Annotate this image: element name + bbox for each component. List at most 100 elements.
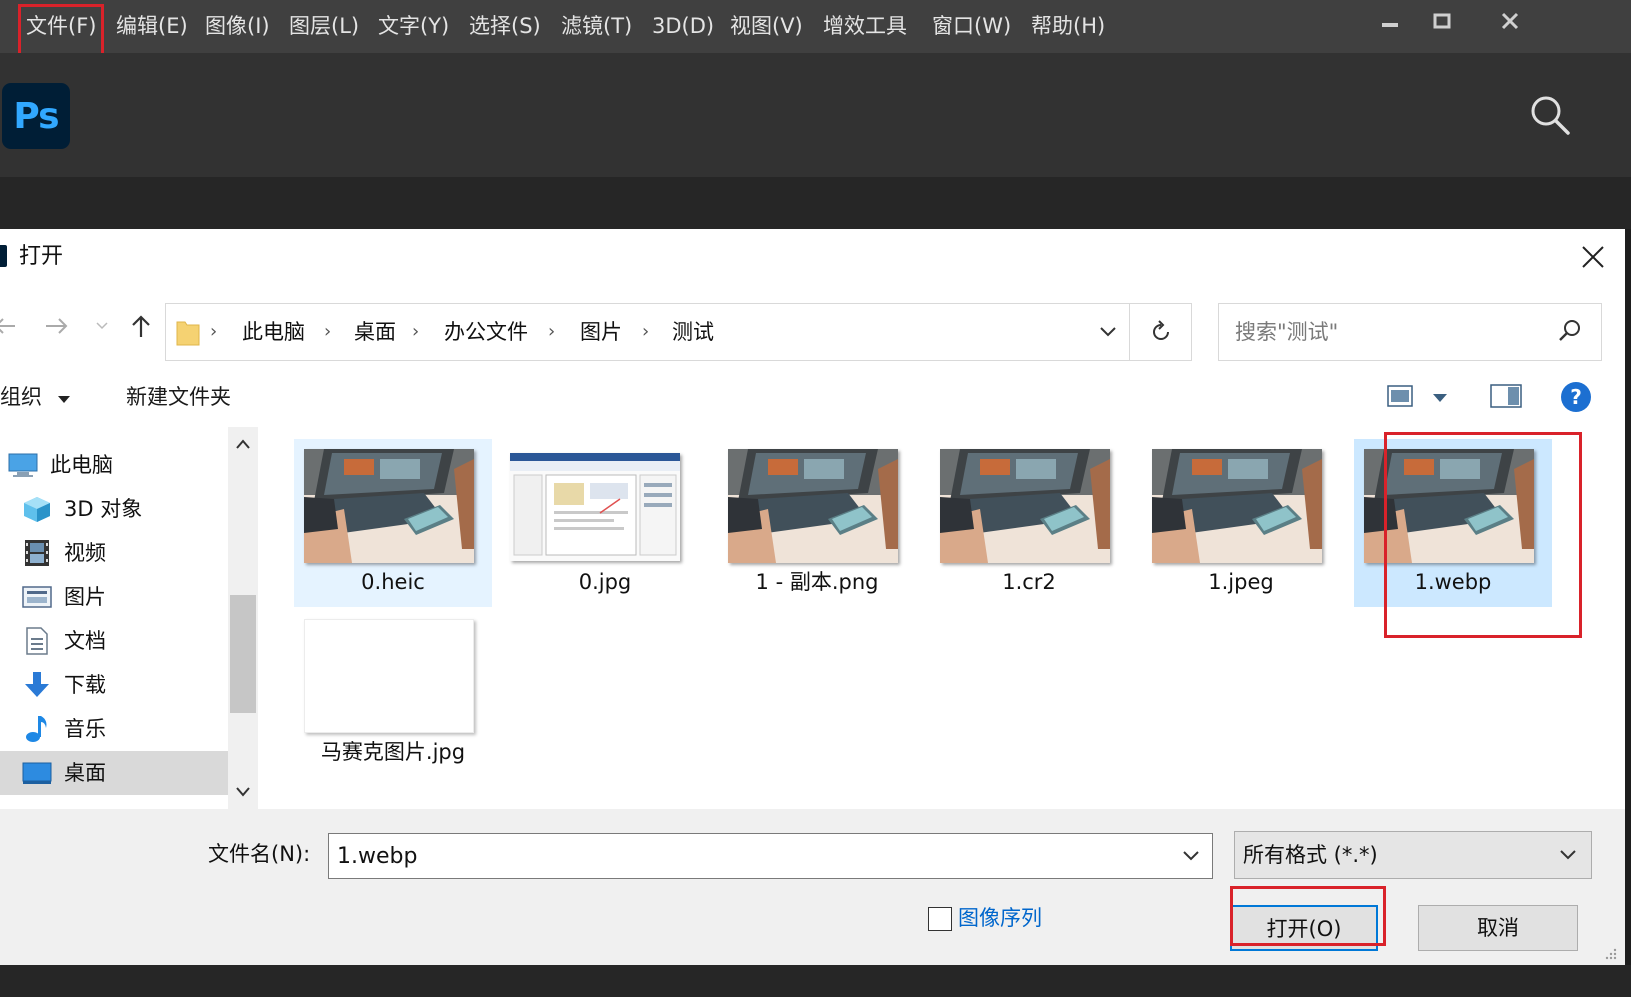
file-name: 0.heic bbox=[361, 570, 425, 594]
nav-label: 视频 bbox=[64, 541, 106, 565]
file-item[interactable]: 1.jpeg bbox=[1142, 439, 1340, 607]
menu-file[interactable]: 文件(F) bbox=[26, 0, 96, 53]
image-sequence-checkbox[interactable] bbox=[928, 907, 952, 931]
resize-grip-icon[interactable] bbox=[1602, 947, 1618, 963]
chevron-down-icon bbox=[236, 787, 250, 797]
cancel-button[interactable]: 取消 bbox=[1418, 905, 1578, 951]
up-button[interactable] bbox=[124, 305, 158, 347]
nav-label: 桌面 bbox=[64, 761, 106, 785]
file-item[interactable]: 0.jpg bbox=[506, 439, 704, 607]
caret-down-icon bbox=[1433, 394, 1447, 402]
filename-combobox[interactable] bbox=[328, 833, 1213, 879]
menu-select[interactable]: 选择(S) bbox=[469, 0, 541, 53]
search-box[interactable]: 搜索"测试" bbox=[1218, 303, 1602, 361]
computer-icon bbox=[8, 451, 38, 479]
cube-icon bbox=[22, 495, 52, 523]
minimize-button[interactable] bbox=[1362, 0, 1418, 42]
filetype-select[interactable]: 所有格式 (*.*) bbox=[1234, 831, 1592, 879]
file-name: 1.jpeg bbox=[1208, 570, 1274, 594]
menu-window[interactable]: 窗口(W) bbox=[932, 0, 1011, 53]
menu-layer[interactable]: 图层(L) bbox=[289, 0, 359, 53]
scroll-down-button[interactable] bbox=[228, 777, 258, 807]
refresh-icon bbox=[1152, 320, 1169, 340]
file-item[interactable]: 1 - 副本.png bbox=[718, 439, 916, 607]
menu-3d[interactable]: 3D(D) bbox=[652, 0, 714, 53]
maximize-button[interactable] bbox=[1414, 0, 1470, 42]
address-bar[interactable]: › 此电脑 › 桌面 › 办公文件 › 图片 › 测试 bbox=[165, 303, 1130, 361]
preview-pane-icon bbox=[1490, 384, 1522, 408]
app-close-button[interactable] bbox=[1482, 0, 1538, 42]
recent-locations-button[interactable] bbox=[90, 305, 114, 347]
breadcrumb-this-pc[interactable]: 此电脑 bbox=[242, 304, 305, 360]
back-button[interactable] bbox=[0, 305, 20, 347]
menu-edit[interactable]: 编辑(E) bbox=[116, 0, 188, 53]
nav-item-music[interactable]: 音乐 bbox=[0, 707, 228, 751]
nav-item-this-pc[interactable]: 此电脑 bbox=[0, 443, 228, 487]
nav-item-desktop[interactable]: 桌面 bbox=[0, 751, 228, 795]
breadcrumb-office-files[interactable]: 办公文件 bbox=[444, 304, 528, 360]
breadcrumb-separator: › bbox=[412, 321, 420, 342]
view-dropdown-button[interactable] bbox=[1432, 389, 1448, 403]
chevron-down-icon bbox=[1100, 327, 1116, 337]
breadcrumb-test[interactable]: 测试 bbox=[672, 304, 714, 360]
filename-dropdown-button[interactable] bbox=[1169, 834, 1213, 878]
address-dropdown-button[interactable] bbox=[1086, 304, 1130, 360]
close-icon bbox=[1501, 12, 1519, 30]
nav-label: 3D 对象 bbox=[64, 497, 143, 521]
new-folder-button[interactable]: 新建文件夹 bbox=[126, 367, 231, 427]
view-mode-button[interactable] bbox=[1386, 383, 1414, 409]
arrow-right-icon bbox=[46, 318, 68, 334]
dialog-toolbar: 组织 新建文件夹 ? bbox=[0, 367, 1625, 427]
image-sequence-label[interactable]: 图像序列 bbox=[958, 901, 1042, 935]
scroll-thumb[interactable] bbox=[230, 595, 256, 713]
file-name: 马赛克图片.jpg bbox=[320, 740, 466, 764]
breadcrumb-separator: › bbox=[642, 321, 650, 342]
dialog-footer: 文件名(N): 所有格式 (*.*) 图像序列 打开(O) 取消 bbox=[0, 809, 1625, 965]
nav-item-downloads[interactable]: 下载 bbox=[0, 663, 228, 707]
preview-pane-button[interactable] bbox=[1490, 383, 1522, 409]
caret-down-icon bbox=[57, 396, 70, 403]
app-search-button[interactable] bbox=[1528, 93, 1572, 137]
dialog-title: 打开 bbox=[19, 244, 64, 269]
workspace-bottom bbox=[0, 965, 1631, 997]
breadcrumb-separator: › bbox=[210, 321, 218, 342]
file-item-selected[interactable]: 1.webp bbox=[1354, 439, 1552, 607]
breadcrumb-separator: › bbox=[324, 321, 332, 342]
organize-label: 组织 bbox=[0, 385, 42, 409]
menu-plugins[interactable]: 增效工具 bbox=[823, 0, 907, 53]
filetype-dropdown-button[interactable] bbox=[1545, 832, 1591, 878]
menu-type[interactable]: 文字(Y) bbox=[378, 0, 449, 53]
file-item[interactable]: 1.cr2 bbox=[930, 439, 1128, 607]
menu-image[interactable]: 图像(I) bbox=[205, 0, 270, 53]
music-icon bbox=[22, 715, 52, 743]
picture-icon bbox=[22, 583, 52, 611]
organize-button[interactable]: 组织 bbox=[0, 367, 71, 427]
breadcrumb-desktop[interactable]: 桌面 bbox=[354, 304, 396, 360]
filetype-value: 所有格式 (*.*) bbox=[1243, 843, 1378, 867]
dialog-close-button[interactable] bbox=[1580, 244, 1606, 270]
refresh-button[interactable] bbox=[1130, 303, 1192, 361]
nav-item-documents[interactable]: 文档 bbox=[0, 619, 228, 663]
forward-button[interactable] bbox=[40, 305, 74, 347]
scroll-up-button[interactable] bbox=[228, 429, 258, 459]
desktop-icon bbox=[22, 759, 52, 787]
open-button[interactable]: 打开(O) bbox=[1230, 905, 1378, 951]
nav-item-3d-objects[interactable]: 3D 对象 bbox=[0, 487, 228, 531]
menu-filter[interactable]: 滤镜(T) bbox=[561, 0, 632, 53]
chevron-down-icon bbox=[96, 322, 108, 330]
photo-thumbnail bbox=[1152, 449, 1322, 563]
menu-help[interactable]: 帮助(H) bbox=[1031, 0, 1105, 53]
nav-scrollbar[interactable] bbox=[228, 427, 258, 809]
file-item[interactable]: 马赛克图片.jpg bbox=[294, 609, 492, 777]
file-item[interactable]: 0.heic bbox=[294, 439, 492, 607]
nav-item-pictures[interactable]: 图片 bbox=[0, 575, 228, 619]
help-button[interactable]: ? bbox=[1560, 381, 1592, 413]
filename-input[interactable] bbox=[337, 834, 1157, 878]
filename-label: 文件名(N): bbox=[208, 842, 311, 866]
photo-thumbnail bbox=[940, 449, 1110, 563]
menu-view[interactable]: 视图(V) bbox=[730, 0, 803, 53]
navigation-pane: 此电脑 3D 对象 视频 图片 文档 下载 音乐 桌面 bbox=[0, 427, 258, 809]
nav-label: 此电脑 bbox=[50, 453, 113, 477]
nav-item-videos[interactable]: 视频 bbox=[0, 531, 228, 575]
breadcrumb-pictures[interactable]: 图片 bbox=[580, 304, 622, 360]
